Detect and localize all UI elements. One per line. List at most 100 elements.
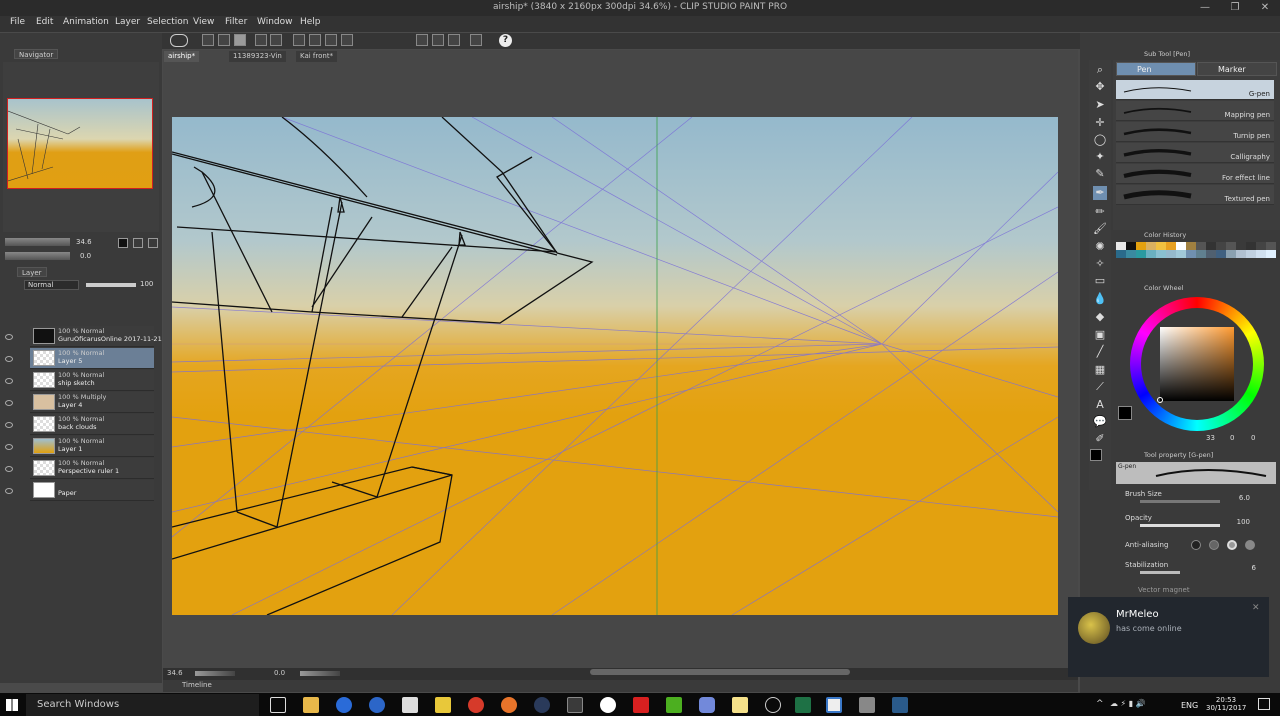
- fill-tool-icon[interactable]: ◆: [1093, 310, 1107, 324]
- display-settings-icon[interactable]: [470, 34, 482, 46]
- windows-start-icon[interactable]: [6, 699, 18, 711]
- color-swatch[interactable]: [1186, 250, 1196, 258]
- stabilization-slider[interactable]: [1140, 571, 1180, 574]
- color-swatch[interactable]: [1206, 250, 1216, 258]
- horizontal-scrollbar[interactable]: [590, 669, 850, 675]
- color-swatch[interactable]: [1216, 242, 1226, 250]
- brush-item[interactable]: Textured pen: [1116, 185, 1274, 205]
- flip-horizontal-icon[interactable]: [148, 238, 158, 248]
- eraser-tool-icon[interactable]: ▭: [1093, 274, 1107, 288]
- close-icon[interactable]: ✕: [1250, 0, 1280, 16]
- color-swatch[interactable]: [1146, 250, 1156, 258]
- move-layer-tool-icon[interactable]: ✛: [1093, 116, 1107, 130]
- move-tool-icon[interactable]: ✥: [1093, 80, 1107, 94]
- color-swatch[interactable]: [1166, 242, 1176, 250]
- layer-visibility-eye-icon[interactable]: [5, 378, 13, 384]
- sub-tool-tab-pen[interactable]: Pen: [1116, 62, 1196, 76]
- layer-row[interactable]: 100 % Normal Perspective ruler 1: [30, 458, 154, 479]
- sub-tool-tab-marker[interactable]: Marker: [1197, 62, 1277, 76]
- aa-strong-button[interactable]: [1245, 540, 1255, 550]
- color-swatch[interactable]: [1246, 242, 1256, 250]
- color-history-grid[interactable]: [1116, 242, 1276, 274]
- mail-icon[interactable]: [402, 697, 418, 713]
- color-swatch[interactable]: [1206, 242, 1216, 250]
- open-file-icon[interactable]: [218, 34, 230, 46]
- layer-row[interactable]: 100 % Normal GuruOficarusOnline 2017-11-2…: [30, 326, 179, 347]
- figure-tool-icon[interactable]: ╱: [1093, 345, 1107, 359]
- actual-size-icon[interactable]: [133, 238, 143, 248]
- text-tool-icon[interactable]: A: [1093, 398, 1107, 412]
- brush-item[interactable]: Turnip pen: [1116, 122, 1274, 142]
- tab-navigator[interactable]: Navigator: [14, 49, 59, 59]
- clip-studio-paint-icon[interactable]: [892, 697, 908, 713]
- operation-tool-icon[interactable]: ➤: [1093, 98, 1107, 112]
- color-swatch[interactable]: [1116, 242, 1126, 250]
- brush-item[interactable]: G-pen: [1116, 80, 1274, 100]
- aa-medium-button[interactable]: [1227, 540, 1237, 550]
- decoration-tool-icon[interactable]: ✧: [1093, 257, 1107, 271]
- menu-view[interactable]: View: [193, 17, 214, 27]
- zoom-tool-icon[interactable]: ⌕: [1093, 63, 1107, 77]
- snap-ruler-icon[interactable]: [416, 34, 428, 46]
- menu-file[interactable]: File: [10, 17, 25, 27]
- layer-visibility-eye-icon[interactable]: [5, 400, 13, 406]
- aa-weak-button[interactable]: [1209, 540, 1219, 550]
- firefox-icon[interactable]: [501, 697, 517, 713]
- layer-opacity-slider[interactable]: [86, 283, 136, 287]
- tab-timeline[interactable]: Timeline: [182, 681, 212, 689]
- color-swatch[interactable]: [1226, 250, 1236, 258]
- color-swatch[interactable]: [1126, 242, 1136, 250]
- rotation-slider[interactable]: [5, 252, 70, 260]
- zoom-slider[interactable]: [5, 238, 70, 246]
- saturation-value-square[interactable]: [1160, 327, 1234, 401]
- yandex-icon[interactable]: [468, 697, 484, 713]
- excel-icon[interactable]: [795, 697, 811, 713]
- status-zoom-slider[interactable]: [195, 671, 235, 676]
- eyedropper-tool-icon[interactable]: ✎: [1093, 167, 1107, 181]
- undo-icon[interactable]: [255, 34, 267, 46]
- layer-visibility-eye-icon[interactable]: [5, 356, 13, 362]
- snap-special-ruler-icon[interactable]: [448, 34, 460, 46]
- gradient-tool-icon[interactable]: ▣: [1093, 328, 1107, 342]
- color-swatch[interactable]: [1146, 242, 1156, 250]
- color-swatch[interactable]: [1116, 250, 1126, 258]
- deselect-icon[interactable]: [309, 34, 321, 46]
- layer-row[interactable]: 100 % Normal Layer 1: [30, 436, 154, 457]
- layer-visibility-eye-icon[interactable]: [5, 488, 13, 494]
- snap-grid-icon[interactable]: [432, 34, 444, 46]
- color-swatch[interactable]: [1216, 250, 1226, 258]
- main-color-swatch[interactable]: [1118, 406, 1132, 420]
- aa-none-button[interactable]: [1191, 540, 1201, 550]
- color-swatch[interactable]: [1226, 242, 1236, 250]
- menu-help[interactable]: Help: [300, 17, 321, 27]
- color-swatch[interactable]: [1196, 250, 1206, 258]
- drawing-canvas[interactable]: [172, 117, 1058, 615]
- color-swatch[interactable]: [1176, 242, 1186, 250]
- layer-row[interactable]: 100 % Multiply Layer 4: [30, 392, 154, 413]
- system-clock[interactable]: 20:53 30/11/2017: [1206, 696, 1246, 712]
- menu-window[interactable]: Window: [257, 17, 293, 27]
- edge-browser-icon[interactable]: [336, 697, 352, 713]
- color-swatch[interactable]: [1246, 250, 1256, 258]
- color-swatch[interactable]: [1156, 242, 1166, 250]
- file-explorer-icon[interactable]: [303, 697, 319, 713]
- layer-visibility-eye-icon[interactable]: [5, 334, 13, 340]
- blend-mode-select[interactable]: Normal: [24, 280, 79, 290]
- color-swatch[interactable]: [1136, 250, 1146, 258]
- brush-tool-icon[interactable]: 🖌: [1093, 222, 1107, 236]
- media-player-icon[interactable]: [567, 697, 583, 713]
- minimize-icon[interactable]: —: [1190, 0, 1220, 16]
- color-swatch[interactable]: [1166, 250, 1176, 258]
- clip-studio-icon[interactable]: [170, 34, 188, 47]
- save-icon[interactable]: [234, 34, 246, 46]
- clip-studio-taskbar-icon[interactable]: [826, 697, 842, 713]
- brush-size-slider[interactable]: [1140, 500, 1220, 503]
- layer-visibility-eye-icon[interactable]: [5, 466, 13, 472]
- select-all-icon[interactable]: [293, 34, 305, 46]
- color-picker-handle[interactable]: [1157, 397, 1163, 403]
- layer-visibility-eye-icon[interactable]: [5, 444, 13, 450]
- brush-item[interactable]: Mapping pen: [1116, 101, 1274, 121]
- airbrush-tool-icon[interactable]: ✺: [1093, 240, 1107, 254]
- redo-icon[interactable]: [270, 34, 282, 46]
- main-color-small[interactable]: [1090, 449, 1102, 461]
